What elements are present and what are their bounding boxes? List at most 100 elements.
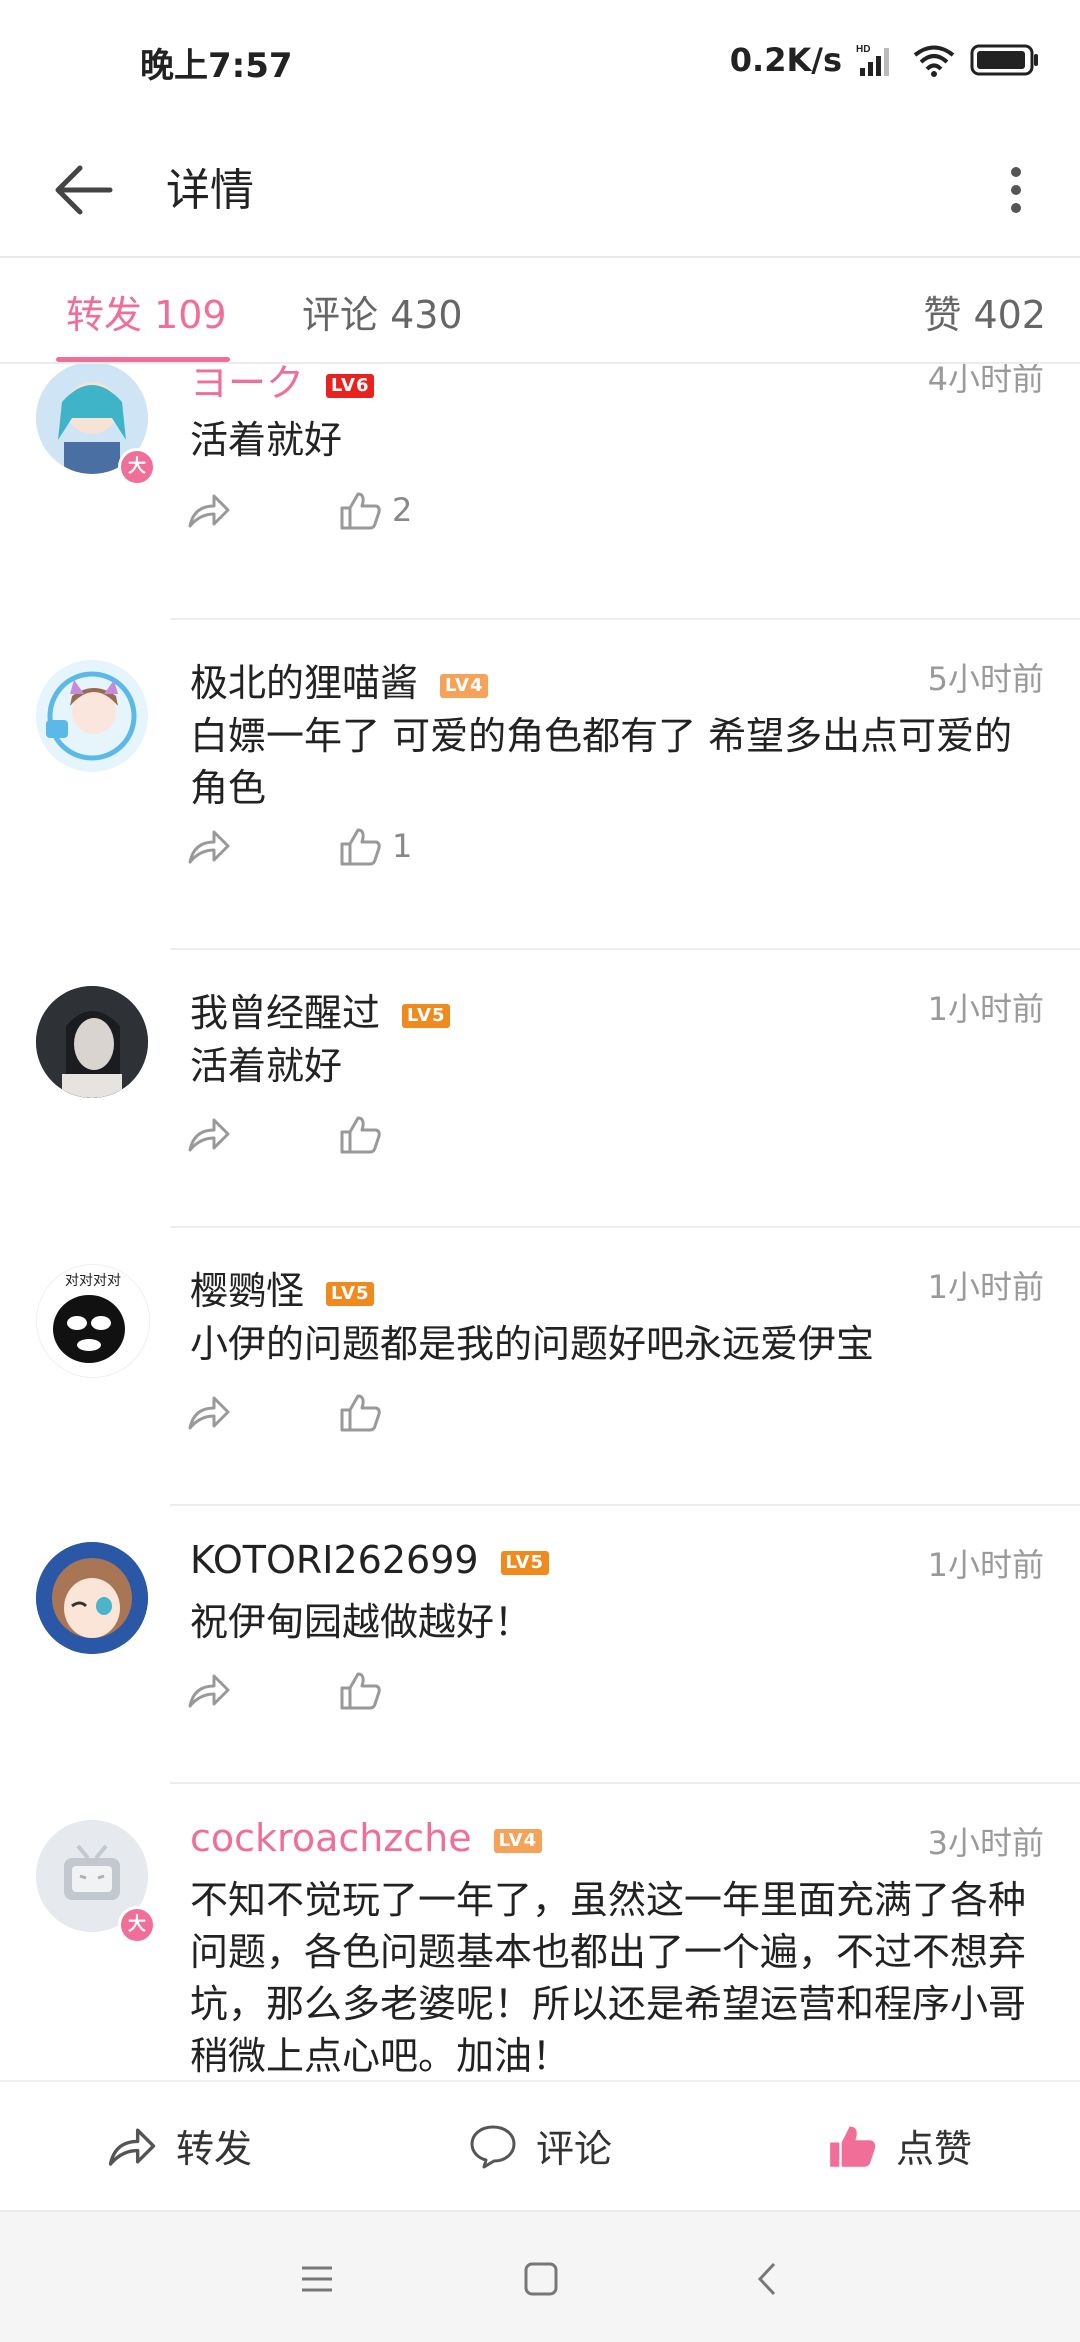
avatar-image — [36, 660, 148, 772]
thumb-up-icon — [340, 492, 381, 530]
thumb-up-icon — [340, 1672, 381, 1710]
like-button[interactable]: 2 — [338, 490, 412, 530]
like-button[interactable] — [338, 1114, 382, 1154]
share-icon — [188, 1674, 230, 1708]
top-app-bar: 详情 — [0, 120, 1080, 258]
repost-list[interactable]: 大 ヨーク LV6 4小时前 活着就好 2 极北的狸喵酱 LV4 5小时前 白嫖… — [0, 364, 1080, 2080]
level-badge: LV5 — [326, 1281, 375, 1306]
username-text: ヨーク — [190, 364, 305, 405]
share-icon — [188, 830, 230, 864]
avatar-image — [36, 986, 148, 1098]
list-item: 对对对对 樱鹦怪 LV5 1小时前 小伊的问题都是我的问题好吧永远爱伊宝 — [0, 1228, 1080, 1506]
list-item: KOTORI262699 LV5 1小时前 祝伊甸园越做越好！ — [0, 1506, 1080, 1784]
like-button[interactable] — [338, 1392, 382, 1432]
tab-bar: 转发 109 评论 430 赞 402 — [0, 258, 1080, 364]
share-button[interactable] — [186, 826, 232, 866]
share-icon — [108, 2127, 156, 2166]
tab-indicator — [56, 357, 230, 362]
comment-text: 小伊的问题都是我的问题好吧永远爱伊宝 — [190, 1322, 875, 1366]
more-options-button[interactable] — [986, 150, 1046, 230]
share-icon — [188, 494, 230, 528]
tab-repost[interactable]: 转发 109 — [66, 284, 227, 339]
username-text: cockroachzche — [190, 1816, 472, 1860]
status-bar: 晚上7:57 0.2K/s HD — [0, 0, 1080, 120]
avatar-image: 对对对对 — [37, 1265, 149, 1377]
avatar[interactable]: 对对对对 — [36, 1264, 150, 1378]
share-button[interactable] — [186, 490, 232, 530]
thumb-up-icon — [340, 1394, 381, 1432]
svg-text:HD: HD — [856, 44, 870, 55]
like-label: 点赞 — [896, 2127, 973, 2171]
comment-text: 祝伊甸园越做越好！ — [190, 1600, 533, 1644]
avatar[interactable] — [36, 660, 148, 772]
comment-text: 白嫖一年了 可爱的角色都有了 希望多出点可爱的角色 — [190, 714, 1013, 810]
avatar-caption: 对对对对 — [65, 1273, 121, 1289]
timestamp: 3小时前 — [927, 1824, 1044, 1862]
list-item: 大 cockroachzche LV4 3小时前 不知不觉玩了一年了，虽然这一年里… — [0, 1784, 1080, 2080]
share-button[interactable] — [186, 1670, 232, 1710]
list-item: 大 ヨーク LV6 4小时前 活着就好 2 — [0, 364, 1080, 620]
back-chevron-icon — [757, 2262, 776, 2296]
avatar[interactable] — [36, 1542, 148, 1654]
comment-text: 活着就好 — [190, 1044, 343, 1088]
username-text: 我曾经醒过 — [190, 991, 381, 1035]
menu-button[interactable] — [292, 2254, 342, 2304]
avatar-image — [36, 1542, 148, 1654]
nav-back-button[interactable] — [744, 2254, 794, 2304]
username[interactable]: 我曾经醒过 LV5 — [190, 982, 451, 1037]
comment-label: 评论 — [536, 2127, 613, 2171]
comment-button[interactable]: 评论 — [468, 2118, 612, 2173]
like-button[interactable] — [338, 1670, 382, 1710]
timestamp: 4小时前 — [927, 364, 1044, 398]
vip-badge: 大 — [118, 1906, 156, 1944]
timestamp: 1小时前 — [927, 1268, 1044, 1306]
username-text: 极北的狸喵酱 — [190, 661, 419, 705]
username[interactable]: cockroachzche LV4 — [190, 1816, 543, 1860]
home-button[interactable] — [516, 2254, 566, 2304]
back-button[interactable] — [46, 150, 126, 230]
timestamp: 1小时前 — [927, 1546, 1044, 1584]
username[interactable]: 樱鹦怪 LV5 — [190, 1260, 375, 1315]
thumb-up-icon — [340, 828, 381, 866]
level-badge: LV6 — [326, 373, 375, 398]
net-speed: 0.2K/s — [729, 41, 842, 79]
thumb-up-icon — [830, 2125, 876, 2167]
share-button[interactable] — [186, 1392, 232, 1432]
like-count: 1 — [392, 827, 413, 865]
like-count: 2 — [392, 491, 413, 529]
signal-icon: HD — [856, 44, 889, 76]
wifi-icon — [913, 45, 955, 77]
list-item: 极北的狸喵酱 LV4 5小时前 白嫖一年了 可爱的角色都有了 希望多出点可爱的角色… — [0, 620, 1080, 950]
like-button[interactable]: 1 — [338, 826, 412, 866]
status-icons: 0.2K/s HD — [730, 36, 1040, 84]
menu-icon — [302, 2266, 332, 2292]
level-badge: LV5 — [402, 1003, 451, 1028]
username[interactable]: 极北的狸喵酱 LV4 — [190, 652, 489, 707]
username-text: KOTORI262699 — [190, 1538, 479, 1582]
username[interactable]: ヨーク LV6 — [190, 364, 375, 407]
repost-button[interactable]: 转发 — [106, 2118, 252, 2173]
bottom-action-bar: 转发 评论 点赞 — [0, 2080, 1080, 2212]
username[interactable]: KOTORI262699 LV5 — [190, 1538, 549, 1582]
tab-comment[interactable]: 评论 430 — [302, 284, 463, 339]
like-action-button[interactable]: 点赞 — [826, 2118, 972, 2173]
more-vert-icon — [1011, 167, 1021, 213]
battery-icon — [970, 44, 1038, 76]
avatar[interactable] — [36, 986, 148, 1098]
share-button[interactable] — [186, 1114, 232, 1154]
level-badge: LV4 — [493, 1828, 543, 1853]
system-nav-bar — [0, 2210, 1080, 2342]
timestamp: 5小时前 — [927, 660, 1044, 698]
level-badge: LV5 — [500, 1550, 549, 1575]
tab-like[interactable]: 赞 402 — [923, 284, 1046, 339]
share-icon — [188, 1396, 230, 1430]
home-square-icon — [524, 2262, 558, 2296]
username-text: 樱鹦怪 — [190, 1269, 305, 1313]
timestamp: 1小时前 — [927, 990, 1044, 1028]
list-item: 我曾经醒过 LV5 1小时前 活着就好 — [0, 950, 1080, 1228]
back-arrow-icon — [55, 165, 113, 215]
status-time: 晚上7:57 — [140, 46, 293, 86]
page-title: 详情 — [166, 165, 254, 216]
share-icon — [188, 1118, 230, 1152]
comment-text: 不知不觉玩了一年了，虽然这一年里面充满了各种问题，各色问题基本也都出了一个遍，不… — [190, 1878, 1027, 2078]
